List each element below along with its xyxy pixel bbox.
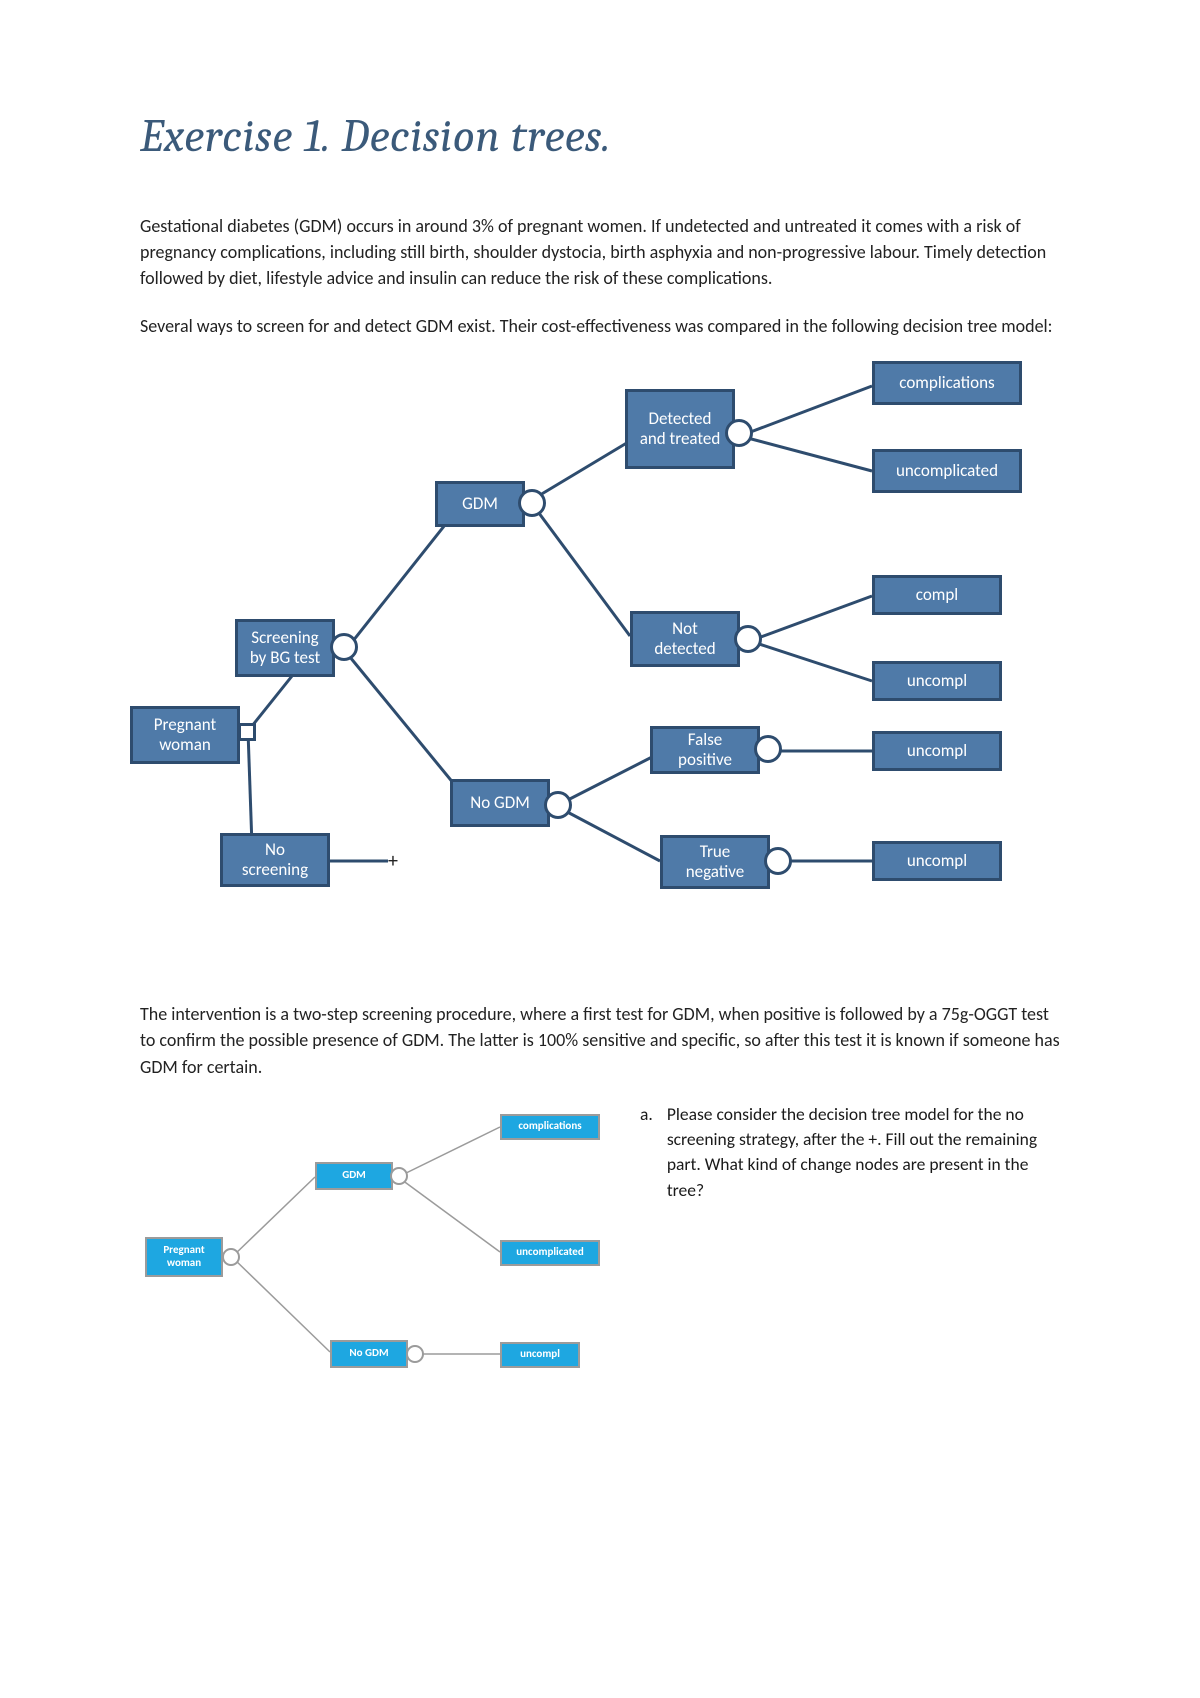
node2-uncomplicated: uncomplicated [500, 1240, 600, 1266]
decision-marker-icon [238, 723, 256, 741]
node2-no-gdm: No GDM [330, 1340, 408, 1368]
chance-node-icon [406, 1345, 424, 1363]
chance-node-icon [764, 847, 792, 875]
intro-paragraph-2: Several ways to screen for and detect GD… [140, 313, 1060, 339]
node-uncomplicated: uncomplicated [872, 449, 1022, 493]
node2-complications: complications [500, 1114, 600, 1140]
question-column: a. Please consider the decision tree mod… [640, 1102, 1060, 1204]
chance-node-icon [754, 735, 782, 763]
node-false-positive: False positive [650, 726, 760, 774]
chance-node-icon [330, 633, 358, 661]
node-true-negative: True negative [660, 835, 770, 889]
page-title: Exercise 1. Decision trees. [140, 110, 1060, 163]
decision-tree-secondary: Pregnant woman GDM No GDM complications … [140, 1102, 610, 1402]
node-uncompl-c: uncompl [872, 841, 1002, 881]
node2-pregnant-woman: Pregnant woman [145, 1237, 223, 1277]
node-pregnant-woman: Pregnant woman [130, 706, 240, 764]
middle-paragraph: The intervention is a two-step screening… [140, 1001, 1060, 1079]
document-page: Exercise 1. Decision trees. Gestational … [0, 0, 1200, 1698]
chance-node-icon [222, 1248, 240, 1266]
chance-node-icon [734, 625, 762, 653]
chance-node-icon [544, 791, 572, 819]
node-no-gdm: No GDM [450, 779, 550, 827]
node-compl: compl [872, 575, 1002, 615]
chance-node-icon [390, 1167, 408, 1185]
node-gdm: GDM [435, 481, 525, 527]
intro-paragraph-1: Gestational diabetes (GDM) occurs in aro… [140, 213, 1060, 291]
chance-node-icon [725, 419, 753, 447]
plus-icon: + [388, 849, 398, 873]
node-uncompl-a: uncompl [872, 661, 1002, 701]
question-text: Please consider the decision tree model … [667, 1102, 1060, 1204]
decision-tree-main: Pregnant woman Screening by BG test No s… [130, 361, 1050, 981]
node2-gdm: GDM [315, 1162, 393, 1190]
node-uncompl-b: uncompl [872, 731, 1002, 771]
node-complications: complications [872, 361, 1022, 405]
node-not-detected: Not detected [630, 611, 740, 667]
node-screening: Screening by BG test [235, 619, 335, 677]
node2-uncompl: uncompl [500, 1342, 580, 1368]
chance-node-icon [518, 489, 546, 517]
question-letter: a. [640, 1102, 653, 1204]
node-detected: Detected and treated [625, 389, 735, 469]
lower-row: Pregnant woman GDM No GDM complications … [140, 1102, 1060, 1402]
node-no-screening: No screening [220, 833, 330, 887]
